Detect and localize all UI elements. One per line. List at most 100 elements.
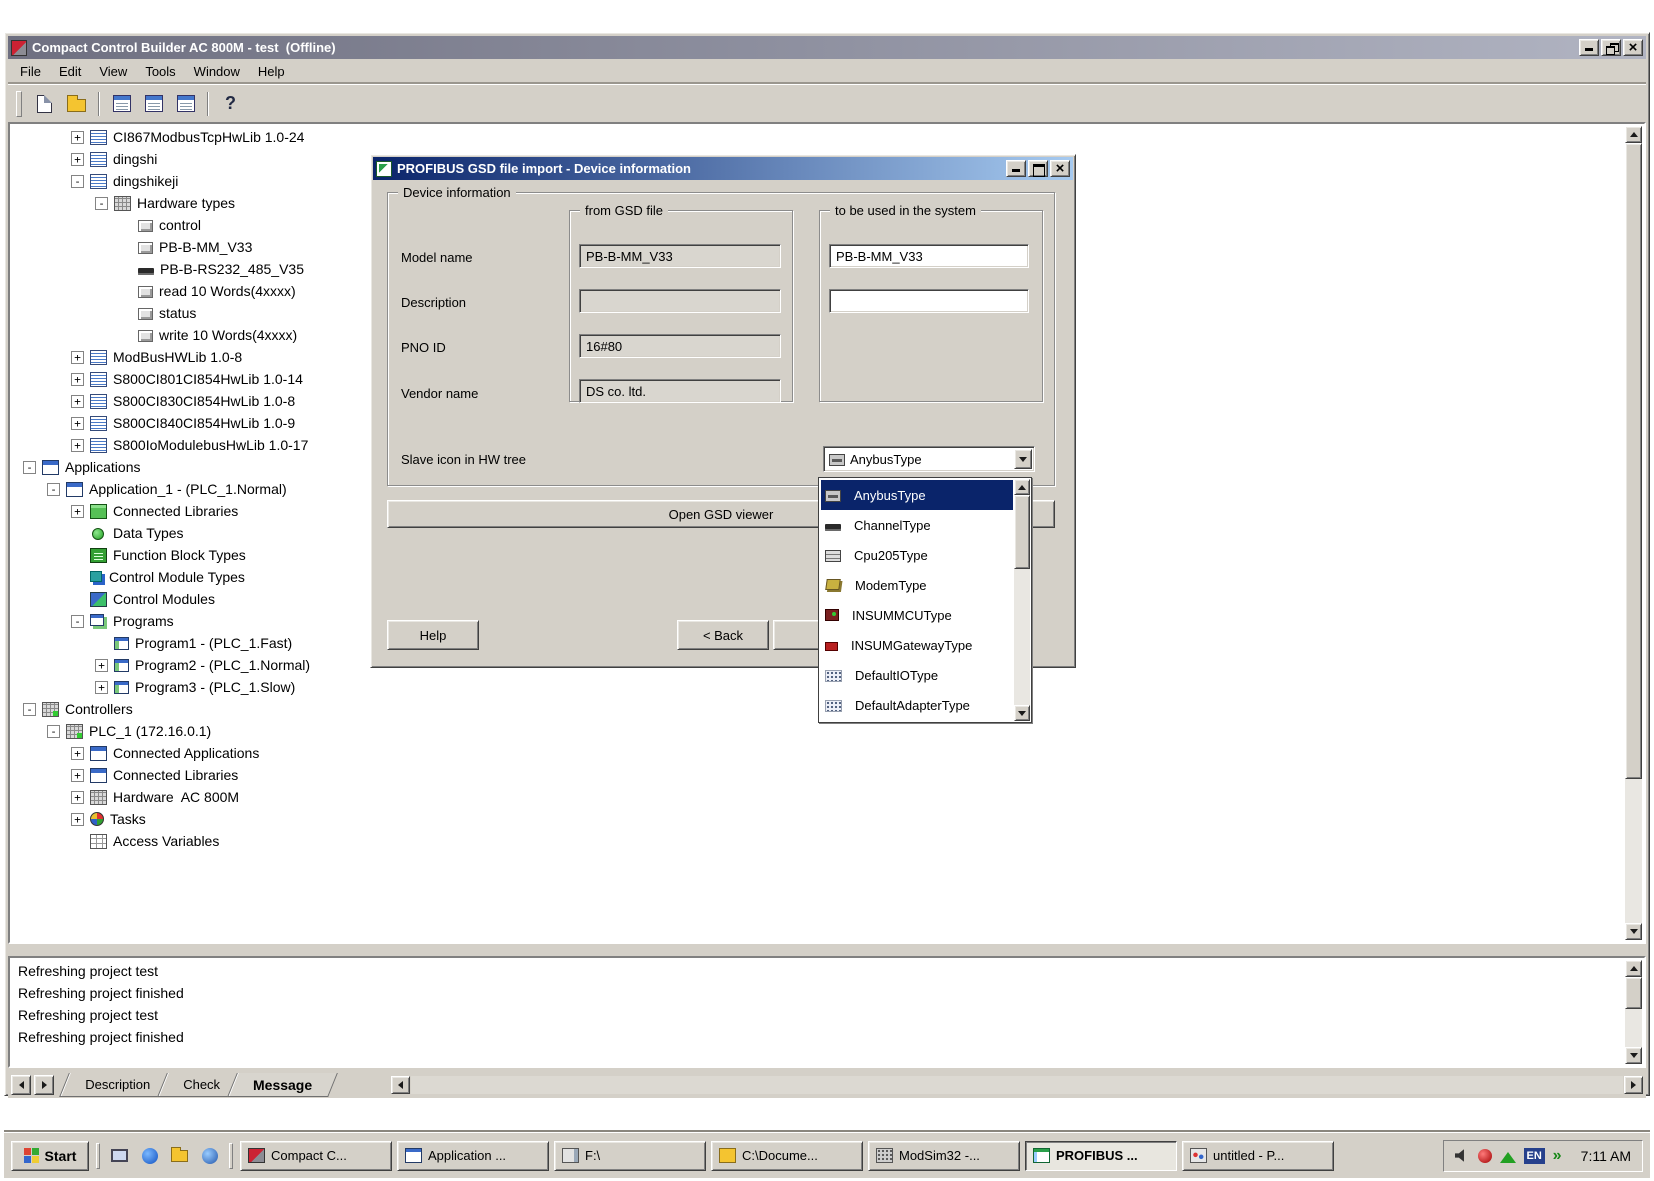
start-button[interactable]: Start: [11, 1141, 89, 1171]
expand-icon[interactable]: +: [71, 505, 84, 518]
collapse-icon[interactable]: -: [47, 483, 60, 496]
dropdown-option-modemtype[interactable]: ModemType: [821, 570, 1013, 600]
library-view-1-button[interactable]: [107, 90, 136, 117]
hscroll-track[interactable]: [411, 1076, 1623, 1094]
library-view-2-button[interactable]: [139, 90, 168, 117]
tab-message[interactable]: Message: [227, 1073, 338, 1097]
hscroll-left-button[interactable]: [391, 1076, 410, 1094]
expand-icon[interactable]: +: [95, 681, 108, 694]
menu-help[interactable]: Help: [249, 61, 294, 82]
collapse-icon[interactable]: -: [71, 175, 84, 188]
volume-icon[interactable]: [1455, 1149, 1470, 1163]
dropdown-option-insumgatewaytype[interactable]: INSUMGatewayType: [821, 630, 1013, 660]
scroll-down-button[interactable]: [1014, 705, 1030, 721]
dropdown-option-anybustype[interactable]: AnybusType: [821, 480, 1013, 510]
taskbar-task-f[interactable]: F:\: [554, 1141, 706, 1171]
new-document-button[interactable]: [30, 90, 59, 117]
help-button[interactable]: Help: [387, 620, 479, 650]
dialog-close-button[interactable]: [1050, 160, 1070, 177]
tree-item-ci867modbustcphwlib-1-0-24[interactable]: +CI867ModbusTcpHwLib 1.0-24: [13, 126, 1624, 148]
hscroll-right-button[interactable]: [1624, 1076, 1643, 1094]
taskbar-task-compact-c[interactable]: Compact C...: [240, 1141, 392, 1171]
menu-window[interactable]: Window: [185, 61, 249, 82]
scrollbar-thumb[interactable]: [1625, 977, 1642, 1009]
menu-tools[interactable]: Tools: [136, 61, 184, 82]
tree-item-plc-1-172-16-0-1[interactable]: -PLC_1 (172.16.0.1): [13, 720, 1624, 742]
scroll-up-button[interactable]: [1625, 960, 1642, 977]
dropdown-option-cpu205type[interactable]: Cpu205Type: [821, 540, 1013, 570]
taskbar-task-application[interactable]: Application ...: [397, 1141, 549, 1171]
model-name-input[interactable]: PB-B-MM_V33: [829, 244, 1029, 268]
scrollbar-thumb[interactable]: [1625, 143, 1642, 779]
scroll-down-button[interactable]: [1625, 923, 1642, 940]
tree-item-access-variables[interactable]: Access Variables: [13, 830, 1624, 852]
collapse-icon[interactable]: -: [23, 703, 36, 716]
language-indicator[interactable]: EN: [1524, 1148, 1545, 1164]
dialog-titlebar[interactable]: PROFIBUS GSD file import - Device inform…: [373, 157, 1073, 180]
back-button[interactable]: < Back: [677, 620, 769, 650]
scroll-up-button[interactable]: [1014, 479, 1030, 495]
expand-icon[interactable]: +: [95, 659, 108, 672]
taskbar-task-modsim32[interactable]: ModSim32 -...: [868, 1141, 1020, 1171]
library-view-3-button[interactable]: [171, 90, 200, 117]
expand-icon[interactable]: +: [71, 747, 84, 760]
dialog-maximize-button[interactable]: [1028, 160, 1048, 177]
expand-icon[interactable]: +: [71, 373, 84, 386]
tree-scrollbar[interactable]: [1625, 126, 1642, 940]
close-button[interactable]: [1623, 39, 1643, 56]
scrollbar-thumb[interactable]: [1014, 495, 1030, 569]
pane-splitter[interactable]: [8, 944, 1646, 956]
tree-item-connected-applications[interactable]: +Connected Applications: [13, 742, 1624, 764]
collapse-icon[interactable]: -: [23, 461, 36, 474]
scroll-up-button[interactable]: [1625, 126, 1642, 143]
show-desktop-icon: [111, 1149, 128, 1162]
tree-item-connected-libraries[interactable]: +Connected Libraries: [13, 764, 1624, 786]
tab-scroll-right-button[interactable]: [34, 1075, 54, 1095]
restore-button[interactable]: [1601, 39, 1621, 56]
tree-item-tasks[interactable]: +Tasks: [13, 808, 1624, 830]
globe-button[interactable]: [197, 1143, 222, 1168]
expand-icon[interactable]: +: [71, 153, 84, 166]
expand-icon[interactable]: +: [71, 439, 84, 452]
menu-file[interactable]: File: [11, 61, 50, 82]
minimize-button[interactable]: [1579, 39, 1599, 56]
menu-edit[interactable]: Edit: [50, 61, 90, 82]
antivirus-icon[interactable]: [1478, 1149, 1492, 1163]
menu-view[interactable]: View: [90, 61, 136, 82]
dropdown-option-insummcutype[interactable]: INSUMMCUType: [821, 600, 1013, 630]
expand-icon[interactable]: +: [71, 791, 84, 804]
combobox-dropdown-button[interactable]: [1014, 449, 1032, 469]
description-input[interactable]: [829, 289, 1029, 313]
dialog-minimize-button[interactable]: [1006, 160, 1026, 177]
expand-icon[interactable]: +: [71, 813, 84, 826]
explorer-search-button[interactable]: [167, 1143, 192, 1168]
expand-icon[interactable]: +: [71, 769, 84, 782]
show-desktop-button[interactable]: [107, 1143, 132, 1168]
arrow-up-icon: [1018, 481, 1026, 490]
expand-icon[interactable]: +: [71, 131, 84, 144]
dropdown-scrollbar[interactable]: [1014, 479, 1030, 721]
dropdown-option-channeltype[interactable]: ChannelType: [821, 510, 1013, 540]
dropdown-option-defaultiotype[interactable]: DefaultIOType: [821, 660, 1013, 690]
umbrella-icon[interactable]: [1500, 1144, 1516, 1163]
dropdown-option-defaultadaptertype[interactable]: DefaultAdapterType: [821, 690, 1013, 720]
expand-icon[interactable]: +: [71, 351, 84, 364]
collapse-icon[interactable]: -: [47, 725, 60, 738]
message-scrollbar[interactable]: [1625, 960, 1642, 1064]
expand-icon[interactable]: +: [71, 417, 84, 430]
help-button[interactable]: [216, 90, 245, 117]
tree-item-hardware-ac-800m[interactable]: +Hardware AC 800M: [13, 786, 1624, 808]
expand-icon[interactable]: +: [71, 395, 84, 408]
drive-icon: [562, 1148, 579, 1163]
taskbar-task-c-docume[interactable]: C:\Docume...: [711, 1141, 863, 1171]
sync-icon[interactable]: [1553, 1148, 1569, 1164]
taskbar-task-profibus[interactable]: PROFIBUS ...: [1025, 1141, 1177, 1171]
scroll-down-button[interactable]: [1625, 1047, 1642, 1064]
taskbar-task-untitled-p[interactable]: untitled - P...: [1182, 1141, 1334, 1171]
tab-scroll-left-button[interactable]: [11, 1075, 31, 1095]
slave-icon-combobox[interactable]: AnybusType: [823, 446, 1035, 472]
internet-explorer-button[interactable]: [137, 1143, 162, 1168]
collapse-icon[interactable]: -: [95, 197, 108, 210]
open-folder-button[interactable]: [62, 90, 91, 117]
collapse-icon[interactable]: -: [71, 615, 84, 628]
